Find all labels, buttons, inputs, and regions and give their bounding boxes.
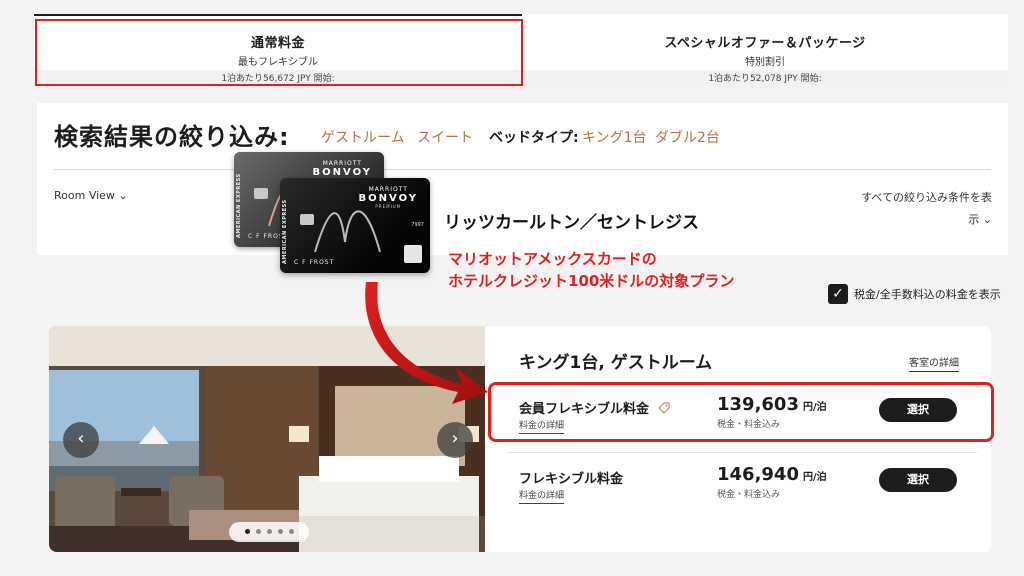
room-photo: ‹ › — [49, 326, 485, 552]
ritz-stregis-label: リッツカールトン／セントレジス — [444, 213, 699, 233]
tab-price: 1泊あたり52,078 JPY 開始: — [522, 70, 1008, 88]
rate-detail-link[interactable]: 料金の詳細 — [519, 488, 565, 504]
carousel-dot[interactable] — [244, 529, 250, 534]
bed-type-label: ベッドタイプ: — [489, 130, 579, 146]
rate-name: フレキシブル料金 — [519, 468, 623, 487]
carousel-dots — [229, 522, 309, 542]
rate-name-text: フレキシブル料金 — [519, 472, 624, 487]
filter-chip-king[interactable]: キング1台 — [582, 127, 647, 147]
chevron-down-icon: ⌄ — [118, 189, 128, 202]
carousel-prev-button[interactable]: ‹ — [63, 422, 99, 458]
amex-logo-icon — [404, 245, 422, 263]
promo-line-1: マリオットアメックスカードの — [448, 250, 657, 268]
select-button[interactable]: 選択 — [879, 468, 957, 492]
room-name: キング1台, ゲストルーム — [519, 353, 713, 373]
chevron-down-icon: ⌄ — [982, 213, 992, 226]
filter-chip-double[interactable]: ダブル2台 — [655, 127, 720, 147]
divider — [507, 452, 977, 453]
promo-annotation: マリオットアメックスカードの ホテルクレジット100米ドルの対象プラン — [448, 248, 734, 292]
carousel-dot[interactable] — [266, 529, 272, 534]
all-filters-toggle[interactable]: すべての絞り込み条件を表 示 ⌄ — [842, 187, 992, 231]
highlight-box-rate — [488, 382, 994, 442]
highlight-box-tab — [35, 19, 523, 86]
divider — [54, 169, 991, 170]
promo-line-2: ホテルクレジット100米ドルの対象プラン — [448, 272, 735, 290]
carousel-dot[interactable] — [255, 529, 261, 534]
carousel-dot[interactable] — [277, 529, 283, 534]
room-view-dropdown[interactable]: Room View ⌄ — [54, 189, 128, 202]
card-side-text: AMERICAN EXPRESS — [236, 173, 242, 238]
card-side-text: AMERICAN EXPRESS — [282, 199, 288, 264]
all-filters-label: すべての絞り込み条件を表 — [861, 191, 992, 204]
price-tax-note: 税金・料金込み — [717, 490, 781, 500]
carousel-next-button[interactable]: › — [437, 422, 473, 458]
hotel-room-image — [49, 326, 485, 552]
room-view-label: Room View — [54, 189, 115, 202]
tax-toggle[interactable]: ✓ 税金/全手数料込の料金を表示 — [828, 284, 1001, 304]
tab-special-offers[interactable]: スペシャルオファー＆パッケージ 特別割引 1泊あたり52,078 JPY 開始: — [522, 20, 1008, 88]
tab-title: スペシャルオファー＆パッケージ — [664, 36, 866, 51]
checkmark-icon[interactable]: ✓ — [828, 284, 848, 304]
rate-price: 146,940 円/泊 税金・料金込み — [717, 464, 827, 500]
price-amount: 146,940 — [717, 464, 799, 485]
room-card: ‹ › キング1台, ゲストルーム 客室の詳細 会員フレキシブル料金 料金の詳細… — [37, 316, 1008, 568]
card-holder: C F FROST — [294, 259, 335, 266]
credit-card-image-front: AMERICAN EXPRESS MARRIOTT BONVOY PREMIUM… — [280, 178, 430, 273]
tax-toggle-label: 税金/全手数料込の料金を表示 — [854, 288, 1001, 301]
all-filters-label-cont: 示 — [968, 213, 980, 226]
filter-chip-suite[interactable]: スイート — [417, 127, 473, 147]
tab-subtitle: 特別割引 — [745, 57, 785, 68]
carousel-dot[interactable] — [288, 529, 294, 534]
filter-title: 検索結果の絞り込み: — [54, 123, 290, 151]
card-number: 7997 — [411, 222, 424, 228]
active-tab-indicator — [34, 14, 522, 16]
price-unit: 円/泊 — [802, 472, 827, 483]
card-swirl-icon — [314, 210, 381, 253]
filter-chip-guestroom[interactable]: ゲストルーム — [321, 127, 405, 147]
room-detail-link[interactable]: 客室の詳細 — [909, 354, 959, 372]
rate-row-flexible: フレキシブル料金 料金の詳細 146,940 円/泊 税金・料金込み 選択 — [507, 458, 991, 518]
